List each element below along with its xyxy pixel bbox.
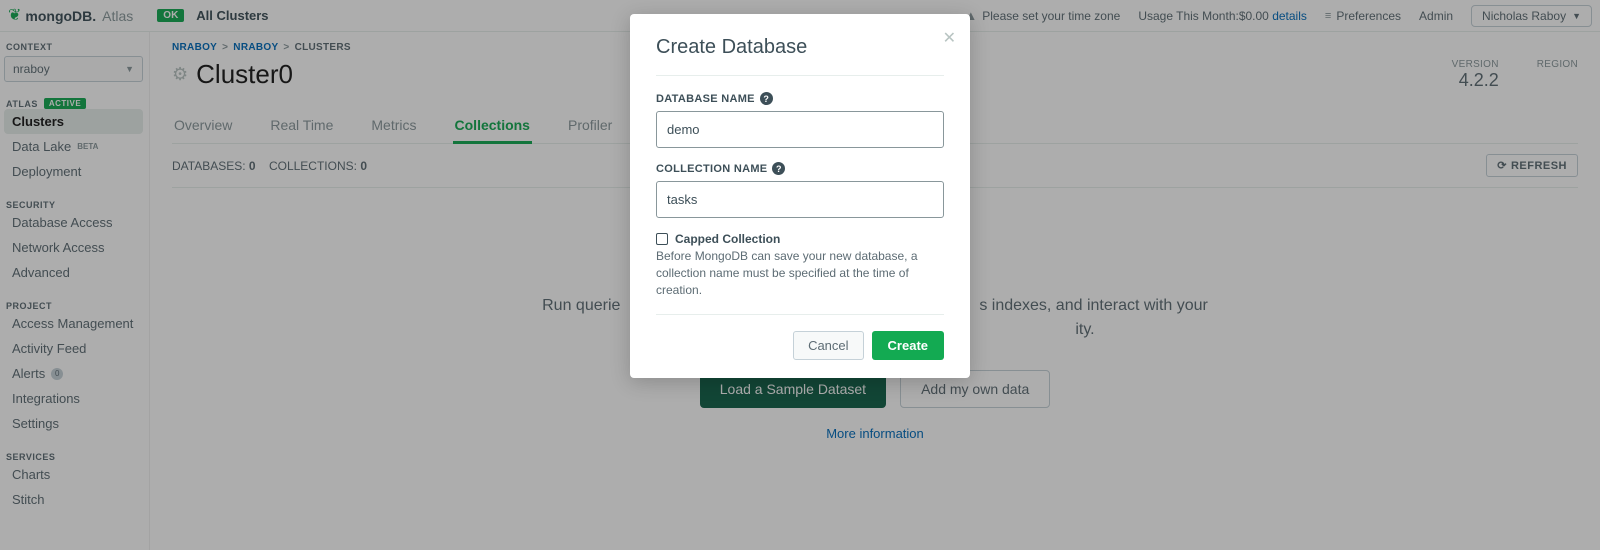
create-database-modal: ✕ Create Database DATABASE NAME ? COLLEC… bbox=[630, 14, 970, 378]
modal-help-text: Before MongoDB can save your new databas… bbox=[656, 248, 944, 298]
collection-name-input[interactable] bbox=[656, 181, 944, 218]
modal-title: Create Database bbox=[656, 36, 944, 59]
help-icon[interactable]: ? bbox=[760, 92, 773, 105]
database-name-input[interactable] bbox=[656, 111, 944, 148]
cancel-button[interactable]: Cancel bbox=[793, 331, 863, 360]
db-name-label: DATABASE NAME ? bbox=[656, 92, 944, 105]
col-name-label: COLLECTION NAME ? bbox=[656, 162, 944, 175]
close-icon[interactable]: ✕ bbox=[943, 28, 956, 48]
help-icon[interactable]: ? bbox=[772, 162, 785, 175]
checkbox-icon bbox=[656, 233, 668, 245]
create-button[interactable]: Create bbox=[872, 331, 944, 360]
modal-overlay[interactable]: ✕ Create Database DATABASE NAME ? COLLEC… bbox=[0, 0, 1600, 550]
capped-collection-checkbox[interactable]: Capped Collection bbox=[656, 232, 944, 246]
